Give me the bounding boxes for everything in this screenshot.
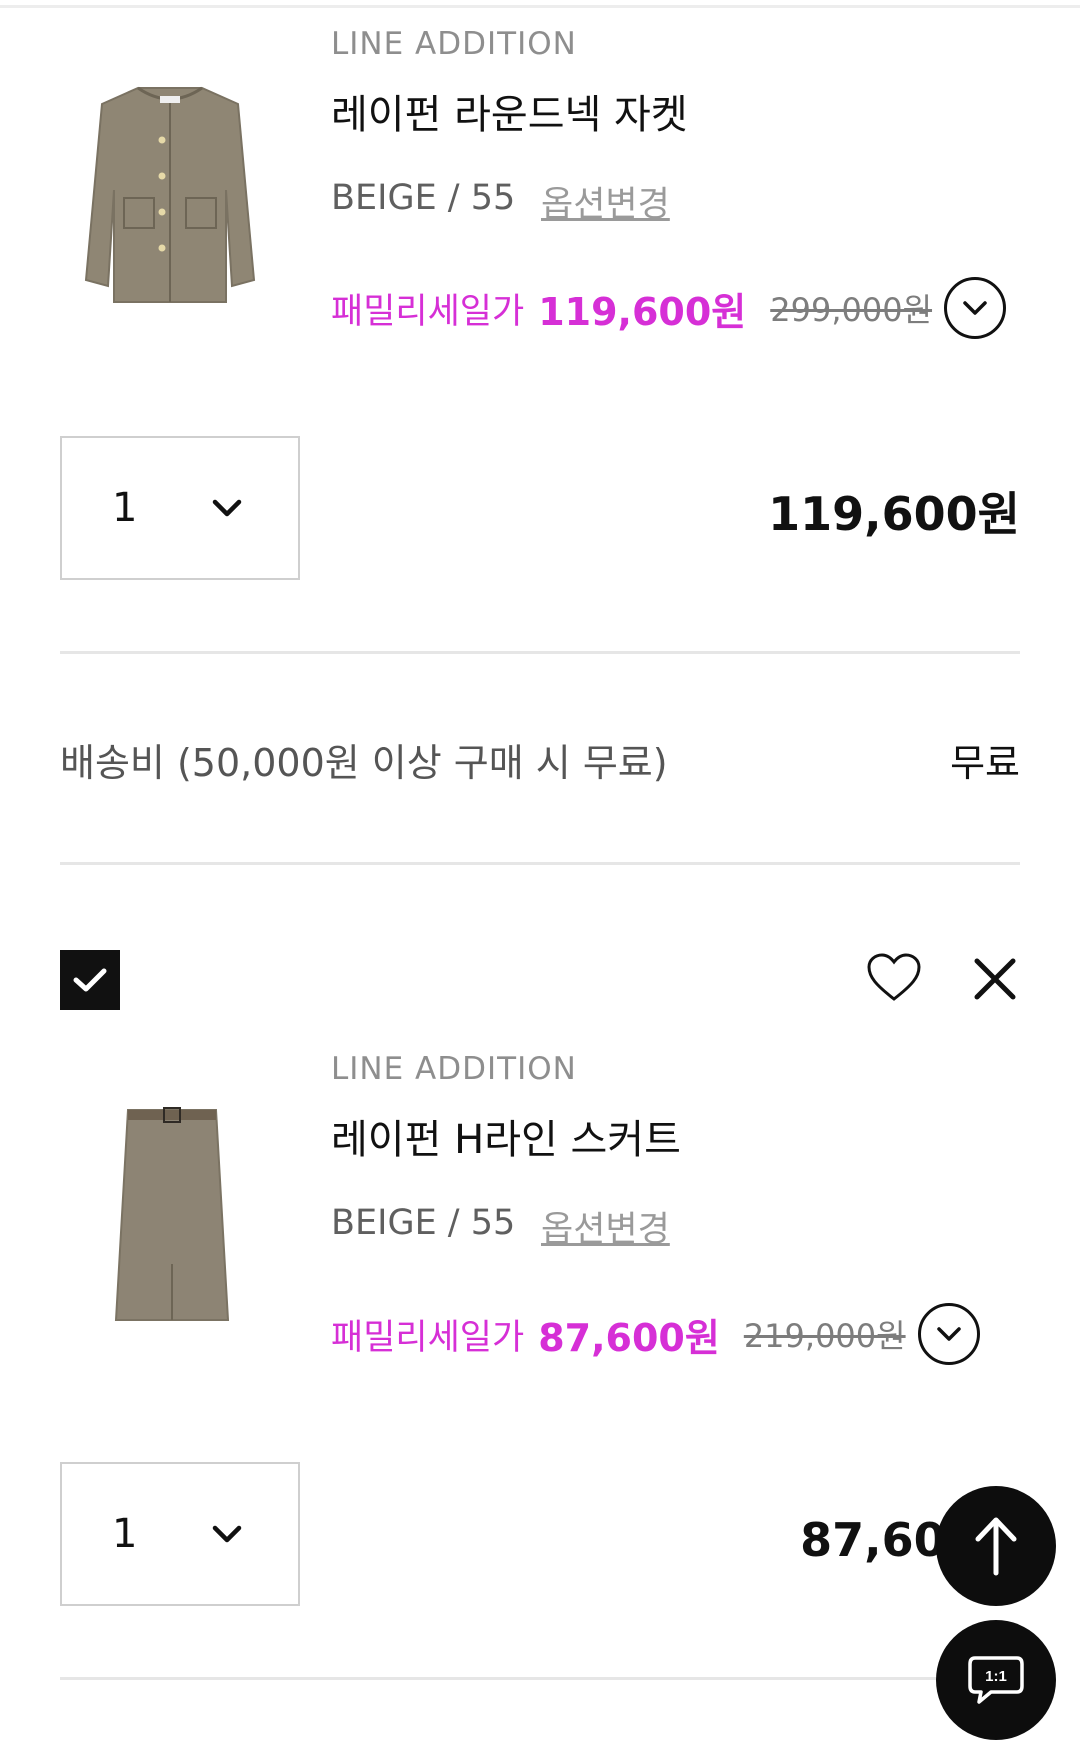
chevron-down-icon — [212, 1525, 242, 1543]
chat-button[interactable]: 1:1 — [936, 1620, 1056, 1740]
top-divider — [0, 5, 1080, 8]
product-option: BEIGE / 55 — [331, 1203, 516, 1243]
sale-label: 패밀리세일가 — [331, 1317, 525, 1358]
quantity-value: 1 — [112, 485, 138, 531]
scroll-to-top-button[interactable] — [936, 1486, 1056, 1606]
shipping-label: 배송비 (50,000원 이상 구매 시 무료) — [60, 741, 668, 785]
shipping-value: 무료 — [950, 741, 1020, 785]
chevron-down-icon — [963, 301, 987, 315]
remove-item-button[interactable] — [970, 954, 1020, 1004]
sale-price: 119,600원 — [538, 289, 747, 334]
product-image-skirt[interactable] — [110, 1104, 234, 1328]
quantity-select[interactable]: 1 — [60, 1462, 300, 1606]
price-row: 패밀리세일가 119,600원 299,000원 — [331, 277, 1007, 339]
heart-icon — [867, 953, 921, 1001]
line-total: 119,600원 — [768, 487, 1020, 541]
option-change-link[interactable]: 옵션변경 — [541, 1201, 670, 1252]
quantity-value: 1 — [112, 1511, 138, 1557]
divider — [60, 862, 1020, 865]
wishlist-button[interactable] — [864, 950, 924, 1006]
price-detail-expand-button[interactable] — [944, 277, 1007, 339]
chevron-down-icon — [212, 499, 242, 517]
product-image-jacket[interactable] — [80, 80, 260, 310]
arrow-up-icon — [975, 1517, 1017, 1576]
product-option: BEIGE / 55 — [331, 178, 516, 218]
check-icon — [73, 968, 107, 992]
close-icon — [974, 958, 1016, 1000]
product-brand: LINE ADDITION — [331, 26, 577, 62]
product-name[interactable]: 레이펀 H라인 스커트 — [331, 1107, 681, 1165]
product-name[interactable]: 레이펀 라운드넥 자켓 — [331, 82, 688, 140]
original-price: 219,000원 — [743, 1317, 906, 1355]
original-price: 299,000원 — [770, 291, 933, 329]
chevron-down-icon — [936, 1327, 961, 1341]
product-brand: LINE ADDITION — [331, 1051, 577, 1087]
sale-price: 87,600원 — [538, 1315, 720, 1360]
item-select-checkbox[interactable] — [60, 950, 120, 1010]
chat-bubble-icon: 1:1 — [968, 1656, 1024, 1704]
divider — [60, 1677, 1020, 1680]
price-detail-expand-button[interactable] — [917, 1303, 980, 1365]
chat-label: 1:1 — [985, 1668, 1007, 1685]
divider — [60, 651, 1020, 654]
price-row: 패밀리세일가 87,600원 219,000원 — [331, 1303, 980, 1365]
option-change-link[interactable]: 옵션변경 — [541, 176, 670, 227]
quantity-select[interactable]: 1 — [60, 436, 300, 580]
sale-label: 패밀리세일가 — [331, 291, 525, 332]
